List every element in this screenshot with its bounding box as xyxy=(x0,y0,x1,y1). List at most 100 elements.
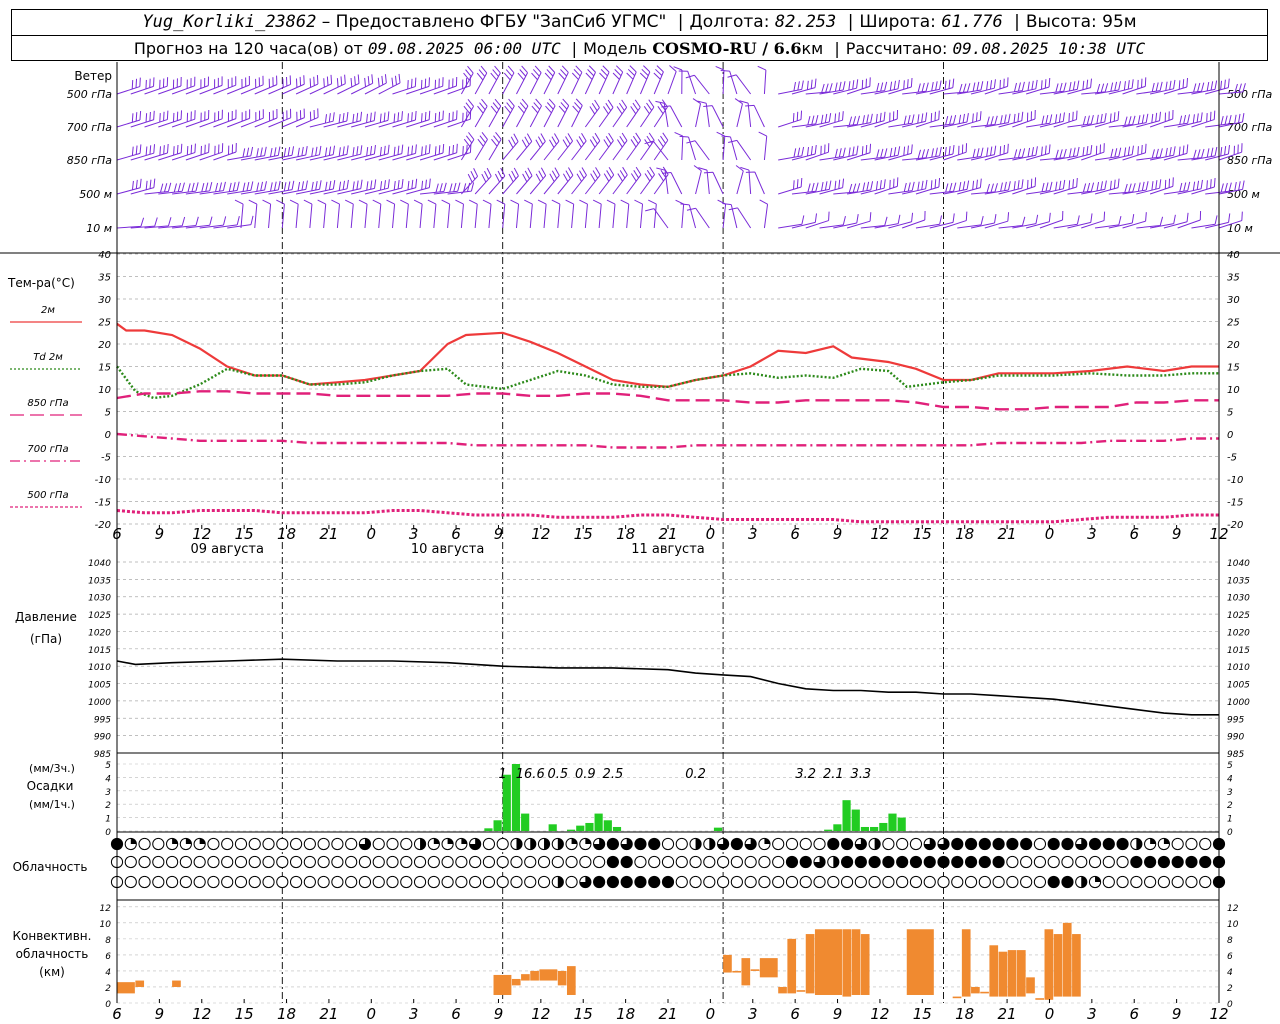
wind-barb xyxy=(474,132,488,161)
precip-total-label: 0.2 xyxy=(685,767,706,782)
wind-barb xyxy=(984,143,1009,161)
cloud-cover-symbol xyxy=(400,875,413,889)
cloud-cover-symbol xyxy=(413,855,427,869)
wind-barb xyxy=(227,215,254,229)
cloud-cover-symbol xyxy=(703,855,716,869)
cloud-cover-symbol xyxy=(909,875,923,889)
wind-barb xyxy=(697,100,710,128)
wind-barb xyxy=(282,108,305,128)
cloud-cover-symbol xyxy=(620,875,633,889)
cloud-cover-symbol xyxy=(799,875,812,889)
cloud-cover-sector xyxy=(833,856,839,868)
wind-barb xyxy=(474,98,488,128)
cloud-cover-symbol xyxy=(303,837,316,851)
temp-tick-right: -20 xyxy=(1227,520,1243,531)
pressure-unit: (гПа) xyxy=(30,632,62,646)
cloud-cover-symbol xyxy=(152,837,165,851)
cloud-cover-symbol xyxy=(262,855,275,869)
cloud-cover-symbol xyxy=(358,855,372,869)
cloud-cover-sector xyxy=(1136,838,1142,850)
cloud-cover-symbol xyxy=(772,855,785,869)
wind-barb xyxy=(262,199,272,229)
cloud-cover-symbol xyxy=(1033,837,1047,851)
wind-barb xyxy=(295,108,319,128)
hour-tick-label: 6 xyxy=(451,1005,461,1023)
wind-barb xyxy=(653,132,669,161)
cloud-cover-symbol xyxy=(964,855,978,869)
cloud-cover-symbol xyxy=(1185,855,1198,869)
wind-barb xyxy=(529,65,542,95)
wind-barb xyxy=(510,199,520,229)
temp-tick-left: -20 xyxy=(95,520,111,531)
conv-cloud-bar xyxy=(750,969,760,971)
cloud-cover-symbol xyxy=(138,855,151,869)
wind-barb xyxy=(805,211,830,229)
hour-tick-label: 18 xyxy=(616,1005,635,1023)
wind-barb xyxy=(557,98,570,128)
precip-total-label: 0.5 xyxy=(547,767,568,782)
hour-tick-label: 12 xyxy=(870,1005,889,1023)
cloud-cover-symbol xyxy=(593,875,606,889)
temp-tick-right: 35 xyxy=(1227,273,1240,284)
wind-barb xyxy=(276,199,285,229)
wind-barb xyxy=(734,98,743,128)
hour-tick-label: 3 xyxy=(748,1005,758,1023)
cloud-cover-symbol xyxy=(455,855,468,869)
wind-barb xyxy=(727,74,752,95)
precip-tick-left: 5 xyxy=(105,761,111,771)
cloud-cover-symbol xyxy=(703,875,716,889)
cloud-cover-symbol xyxy=(1033,855,1047,869)
temp-tick-right: 15 xyxy=(1227,363,1240,374)
wind-barb xyxy=(703,171,724,195)
cloud-cover-symbol xyxy=(1199,855,1212,869)
precip-bar xyxy=(493,820,502,831)
wind-barb xyxy=(626,65,637,95)
pressure-tick-right: 1005 xyxy=(1227,681,1250,691)
hour-tick-label: 18 xyxy=(955,1005,974,1023)
wind-barb xyxy=(571,167,587,195)
wind-barb xyxy=(915,110,940,128)
cloud-cover-symbol xyxy=(854,855,867,869)
precip-total-label: 3.3 xyxy=(851,767,872,782)
wind-barb xyxy=(1163,77,1189,95)
cloud-cover-symbol xyxy=(758,855,771,869)
wind-barb xyxy=(488,65,501,95)
wind-barb xyxy=(268,108,292,128)
cloud-cover-symbol xyxy=(482,837,496,851)
wind-barb xyxy=(612,65,624,95)
precip-total-label: 0.9 xyxy=(575,767,596,782)
wind-barb xyxy=(640,166,655,195)
precip-tick-left: 1 xyxy=(105,815,111,825)
cloud-cover-symbol xyxy=(896,875,909,889)
pressure-tick-right: 1035 xyxy=(1227,576,1250,586)
wind-barb xyxy=(728,139,752,161)
cloud-cover-sector xyxy=(571,838,578,844)
hour-tick-label: 12 xyxy=(192,1005,211,1023)
temp-legend-label: 850 гПа xyxy=(27,398,68,409)
cloud-cover-symbol xyxy=(441,875,454,889)
cloud-cover-symbol xyxy=(634,875,647,889)
cloud-cover-symbol xyxy=(689,875,702,889)
conv-tick-left: 4 xyxy=(105,968,111,978)
wind-barb xyxy=(543,167,560,195)
cloud-cover-symbol xyxy=(964,837,978,851)
temp-tick-left: 35 xyxy=(98,273,111,284)
wind-barb xyxy=(468,199,478,229)
cloudiness-panel: Облачность xyxy=(13,837,1226,889)
cloud-cover-symbol xyxy=(937,875,950,889)
wind-barb xyxy=(213,142,237,161)
wind-barb xyxy=(240,109,264,128)
temperature-panel: 40 40 35 35 30 30 25 25 20 20 15 15 10 10 5 5 0 0 -5 -5 -10 -… xyxy=(7,250,1243,531)
temp-tick-left: 20 xyxy=(98,340,111,351)
cloud-cover-symbol xyxy=(785,837,799,851)
pressure-tick-right: 995 xyxy=(1227,715,1244,725)
conv-cloud-bar xyxy=(511,978,521,986)
conv-cloud-bar xyxy=(723,954,732,973)
conv-tick-right: 2 xyxy=(1227,984,1233,994)
wind-barb xyxy=(745,171,765,195)
cloud-cover-symbol xyxy=(386,855,399,869)
cloud-cover-symbol xyxy=(923,875,936,889)
conv-cloud-bar xyxy=(778,986,787,994)
cloud-cover-symbol xyxy=(331,855,344,869)
wind-barb xyxy=(778,177,803,195)
